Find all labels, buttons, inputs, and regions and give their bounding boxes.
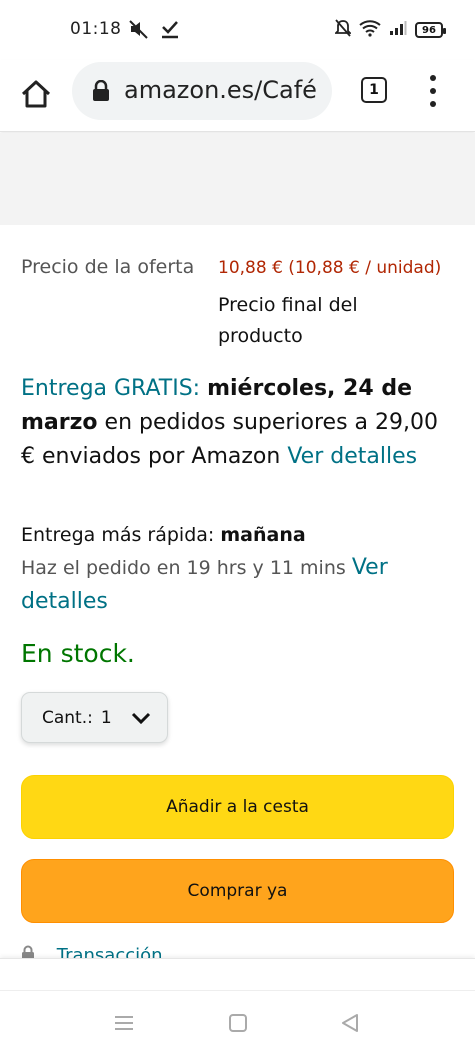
address-bar[interactable]: amazon.es/Café — [72, 62, 332, 120]
bell-off-icon — [333, 19, 353, 41]
home-icon — [21, 80, 51, 108]
secure-transaction-link[interactable]: Transacción — [21, 945, 181, 959]
recents-icon[interactable] — [114, 1013, 134, 1037]
price-label: Precio de la oferta — [21, 256, 195, 278]
price-note: Precio final del producto — [218, 294, 358, 347]
battery-icon: 96 — [415, 22, 446, 38]
home-nav-icon[interactable] — [228, 1013, 248, 1037]
chevron-down-icon — [131, 710, 151, 730]
order-countdown-text: Haz el pedido en 19 hrs y 11 mins — [21, 557, 346, 579]
secure-transaction-text: Transacción — [56, 945, 163, 959]
lock-icon — [92, 79, 110, 106]
quantity-value: 1 — [100, 707, 112, 728]
home-button[interactable] — [18, 76, 54, 112]
quantity-label: Cant.: — [42, 707, 93, 728]
delivery-info: Entrega GRATIS: miércoles, 24 de marzo e… — [21, 372, 451, 474]
stock-status: En stock. — [21, 639, 135, 668]
lock-icon — [22, 945, 34, 959]
mute-icon — [128, 18, 150, 44]
back-icon[interactable] — [340, 1013, 360, 1037]
price-value: 10,88 € (10,88 € / unidad) — [218, 258, 442, 278]
tab-switcher-button[interactable]: 1 — [361, 77, 387, 103]
order-countdown: Haz el pedido en 19 hrs y 11 mins Ver de… — [21, 551, 451, 619]
buy-now-button[interactable]: Comprar ya — [21, 859, 454, 923]
fast-delivery: Entrega más rápida: mañana — [21, 520, 451, 550]
fast-delivery-when: mañana — [220, 524, 306, 546]
fast-delivery-label: Entrega más rápida: — [21, 524, 215, 546]
add-to-cart-button[interactable]: Añadir a la cesta — [21, 775, 454, 839]
system-nav-bar — [0, 990, 475, 1056]
url-text: amazon.es/Café — [124, 76, 317, 104]
status-left-icons — [128, 18, 180, 44]
wifi-icon — [359, 19, 381, 41]
status-bar: 01:18 96 — [0, 0, 475, 60]
image-area — [0, 133, 475, 225]
download-done-icon — [160, 18, 180, 44]
browser-toolbar: amazon.es/Café 1 — [0, 60, 475, 132]
menu-dots-icon[interactable] — [424, 75, 442, 107]
free-delivery-label: Entrega GRATIS: — [21, 376, 201, 401]
quantity-select[interactable]: Cant.: 1 — [21, 692, 168, 743]
signal-icon — [389, 20, 407, 40]
delivery-details-link[interactable]: Ver detalles — [287, 444, 417, 469]
status-time: 01:18 — [70, 19, 122, 39]
status-right-icons: 96 — [333, 19, 446, 41]
